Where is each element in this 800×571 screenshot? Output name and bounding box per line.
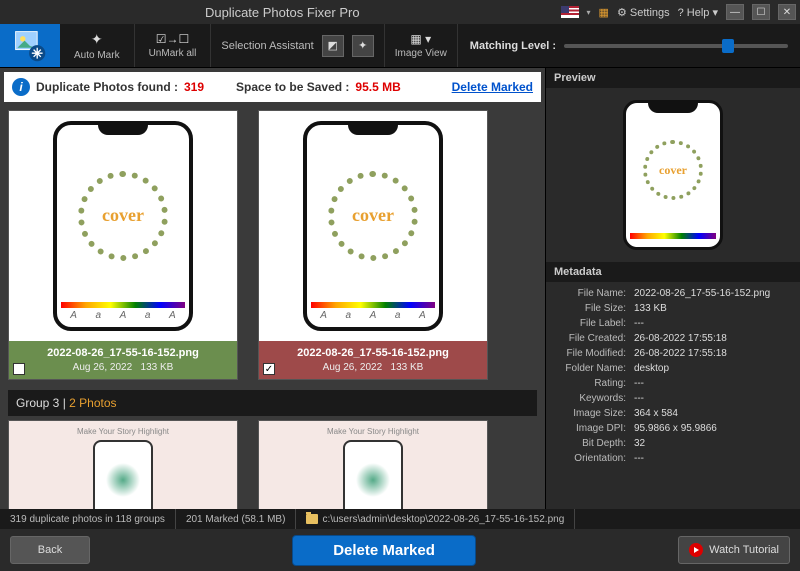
meta-key: Rating:: [554, 378, 634, 389]
meta-key: Bit Depth:: [554, 438, 634, 449]
card-checkbox[interactable]: [263, 363, 275, 375]
meta-value: 26-08-2022 17:55:18: [634, 333, 792, 344]
meta-value: 133 KB: [634, 303, 792, 314]
meta-value: 364 x 584: [634, 408, 792, 419]
back-button[interactable]: Back: [10, 536, 90, 564]
selection-assistant-section: Selection Assistant ◩ ✦: [211, 24, 384, 67]
meta-value: desktop: [634, 363, 792, 374]
metadata-row: Image DPI:95.9866 x 95.9866: [546, 421, 800, 436]
lang-dropdown[interactable]: ▾: [587, 8, 591, 17]
watch-tutorial-button[interactable]: Watch Tutorial: [678, 536, 790, 564]
wand-icon: ✦: [91, 31, 103, 48]
auto-mark-button[interactable]: ✦ Auto Mark: [60, 24, 135, 67]
slider-thumb[interactable]: [722, 39, 734, 53]
found-label: Duplicate Photos found :: [36, 80, 178, 94]
meta-key: Folder Name:: [554, 363, 634, 374]
meta-key: Orientation:: [554, 453, 634, 464]
metadata-row: Image Size:364 x 584: [546, 406, 800, 421]
help-link[interactable]: ? Help ▾: [678, 6, 718, 19]
meta-value: 32: [634, 438, 792, 449]
meta-value: 26-08-2022 17:55:18: [634, 348, 792, 359]
metadata-row: Orientation:---: [546, 451, 800, 466]
meta-value: 95.9866 x 95.9866: [634, 423, 792, 434]
space-label: Space to be Saved :: [236, 80, 349, 94]
selection-tool-1[interactable]: ◩: [322, 35, 344, 57]
group-header[interactable]: Group 3 | 2 Photos: [8, 390, 537, 416]
meta-key: File Size:: [554, 303, 634, 314]
unmark-all-button[interactable]: ☑→☐ UnMark all: [135, 24, 212, 67]
toolbar: ✦ Auto Mark ☑→☐ UnMark all Selection Ass…: [0, 24, 800, 68]
photo-card[interactable]: coverAaAaA 2022-08-26_17-55-16-152.png A…: [258, 110, 488, 380]
meta-key: File Label:: [554, 318, 634, 329]
status-found: 319 duplicate photos in 118 groups: [0, 509, 176, 529]
minimize-button[interactable]: —: [726, 4, 744, 20]
meta-value: 2022-08-26_17-55-16-152.png: [634, 288, 792, 299]
meta-key: File Created:: [554, 333, 634, 344]
unmark-icon: ☑→☐: [156, 32, 190, 46]
meta-key: Keywords:: [554, 393, 634, 404]
selection-assistant-label: Selection Assistant: [221, 40, 313, 52]
folder-icon: [306, 514, 318, 524]
image-view-section: ▦ ▾ Image View: [385, 24, 458, 67]
matching-level-label: Matching Level :: [470, 40, 556, 52]
metadata-row: Keywords:---: [546, 391, 800, 406]
info-bar: i Duplicate Photos found : 319 Space to …: [4, 72, 541, 102]
grid-icon[interactable]: ▦ ▾: [410, 32, 431, 46]
titlebar: Duplicate Photos Fixer Pro ▾ ▦ ⚙ Setting…: [0, 0, 800, 24]
photo-card[interactable]: Make Your Story Highlight: [8, 420, 238, 509]
file-name: 2022-08-26_17-55-16-152.png: [13, 347, 233, 359]
close-button[interactable]: ✕: [778, 4, 796, 20]
selection-tool-2[interactable]: ✦: [352, 35, 374, 57]
metadata-row: File Modified:26-08-2022 17:55:18: [546, 346, 800, 361]
metadata-row: File Label:---: [546, 316, 800, 331]
story-title: Make Your Story Highlight: [327, 427, 419, 436]
metadata-header: Metadata: [546, 262, 800, 282]
metadata-row: File Name:2022-08-26_17-55-16-152.png: [546, 286, 800, 301]
meta-value: ---: [634, 453, 792, 464]
metadata-row: File Size:133 KB: [546, 301, 800, 316]
matching-level-section: Matching Level :: [458, 24, 800, 67]
status-path: c:\users\admin\desktop\2022-08-26_17-55-…: [296, 509, 575, 529]
cover-text: cover: [352, 205, 394, 226]
found-count: 319: [184, 80, 204, 94]
play-icon: [689, 543, 703, 557]
delete-marked-link[interactable]: Delete Marked: [452, 80, 533, 94]
theme-icon[interactable]: ▦: [599, 6, 609, 19]
photo-card[interactable]: Make Your Story Highlight: [258, 420, 488, 509]
meta-value: ---: [634, 393, 792, 404]
meta-key: File Modified:: [554, 348, 634, 359]
meta-key: Image Size:: [554, 408, 634, 419]
meta-key: File Name:: [554, 288, 634, 299]
metadata-table[interactable]: File Name:2022-08-26_17-55-16-152.pngFil…: [546, 282, 800, 509]
preview-header: Preview: [546, 68, 800, 88]
metadata-row: Folder Name:desktop: [546, 361, 800, 376]
metadata-row: File Created:26-08-2022 17:55:18: [546, 331, 800, 346]
flag-icon[interactable]: [561, 6, 579, 18]
card-checkbox[interactable]: [13, 363, 25, 375]
gallery[interactable]: coverAaAaA 2022-08-26_17-55-16-152.png A…: [0, 106, 545, 509]
maximize-button[interactable]: ☐: [752, 4, 770, 20]
story-title: Make Your Story Highlight: [77, 427, 169, 436]
app-title: Duplicate Photos Fixer Pro: [4, 5, 561, 20]
meta-value: ---: [634, 378, 792, 389]
cover-text: cover: [102, 205, 144, 226]
meta-key: Image DPI:: [554, 423, 634, 434]
status-marked: 201 Marked (58.1 MB): [176, 509, 297, 529]
info-icon: i: [12, 78, 30, 96]
space-value: 95.5 MB: [355, 80, 400, 94]
app-logo: [0, 24, 60, 67]
metadata-row: Rating:---: [546, 376, 800, 391]
metadata-row: Bit Depth:32: [546, 436, 800, 451]
photo-card[interactable]: coverAaAaA 2022-08-26_17-55-16-152.png A…: [8, 110, 238, 380]
meta-value: ---: [634, 318, 792, 329]
file-name: 2022-08-26_17-55-16-152.png: [263, 347, 483, 359]
preview-box: cover: [546, 88, 800, 262]
settings-link[interactable]: ⚙ Settings: [617, 6, 670, 19]
footer: Back Delete Marked Watch Tutorial: [0, 529, 800, 571]
delete-marked-button[interactable]: Delete Marked: [292, 535, 476, 566]
matching-level-slider[interactable]: [564, 44, 788, 48]
status-bar: 319 duplicate photos in 118 groups 201 M…: [0, 509, 800, 529]
